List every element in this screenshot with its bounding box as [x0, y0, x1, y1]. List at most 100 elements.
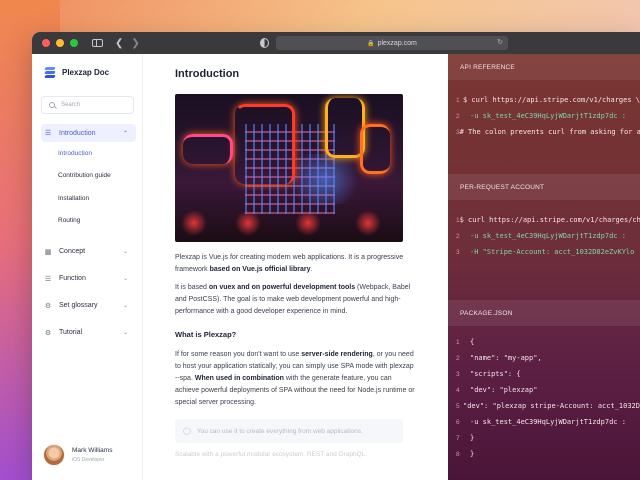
code-text: $ curl https://api.stripe.com/v1/charges…: [459, 216, 640, 224]
based-on-paragraph: It is based on vuex and on powerful deve…: [175, 282, 415, 318]
sidebar-item-label: Introduction: [59, 129, 96, 137]
code-text: {: [470, 338, 475, 346]
settings-icon: ⚙: [44, 302, 52, 310]
sidebar-item-tutorial[interactable]: ⚙ Tutorial ⌄: [41, 324, 136, 342]
sidebar-item-set-glossary[interactable]: ⚙ Set glossary ⌄: [41, 297, 136, 315]
code-panel: API REFERENCE 1 $ curl https://api.stripe…: [448, 54, 640, 480]
sidebar-item-label: Set glossary: [59, 302, 98, 309]
code-line: 7 }: [456, 430, 640, 446]
doc-content: Introduction Plexzap is Vue.js for creat…: [143, 54, 448, 480]
sidebar-item-concept[interactable]: ▩ Concept ⌄: [41, 243, 136, 261]
avatar: [43, 444, 65, 466]
plexzap-logo-icon: [44, 67, 56, 78]
tip-callout: ◯ You can use it to create everything fr…: [175, 419, 403, 443]
emphasis: on vuex and on powerful development tool…: [208, 284, 356, 291]
code-text: "name": "my-app",: [470, 354, 542, 362]
code-line: 2 -u sk_test_4eC39HqLyjWDarjtT1zdp7dc :: [456, 228, 640, 244]
what-is-paragraph: If for some reason you don't want to use…: [175, 349, 415, 409]
line-number: 1: [456, 338, 460, 346]
line-number: 3: [456, 248, 460, 256]
maximize-window-button[interactable]: [70, 39, 78, 47]
tip-text: You can use it to create everything from…: [196, 427, 363, 435]
sidebar-toggle-icon[interactable]: [92, 39, 103, 47]
lock-icon: 🔒: [367, 40, 375, 47]
per-request-account-header: PER-REQUEST ACCOUNT: [448, 174, 640, 200]
code-line: 1 $ curl https://api.stripe.com/v1/charge…: [456, 212, 640, 228]
sidebar-item-introduction[interactable]: ☰ Introduction ⌃: [41, 124, 136, 142]
code-line: 5 "dev": "plexzap stripe-Account: acct_1…: [456, 398, 640, 414]
line-number: 6: [456, 418, 460, 426]
sidebar-subitem-routing[interactable]: Routing: [58, 210, 142, 233]
chevron-up-icon: ⌃: [122, 130, 128, 137]
url-text: plexzap.com: [377, 39, 417, 47]
privacy-shield-icon[interactable]: [260, 38, 269, 48]
line-number: 2: [456, 354, 460, 362]
line-number: 1: [456, 96, 460, 104]
faded-paragraph: Scalable with a powerful modular ecosyst…: [175, 451, 368, 458]
code-text: }: [470, 434, 475, 442]
page-title: Introduction: [175, 68, 240, 80]
emphasis: When used in combination: [194, 375, 284, 382]
settings-icon: ⚙: [44, 329, 52, 337]
chevron-down-icon: ⌄: [122, 330, 128, 336]
sidebar-submenu: Introduction Contribution guide Installa…: [58, 142, 142, 232]
browser-window: ❮ ❯ 🔒 plexzap.com ↻ Plexzap Doc Search ☰…: [32, 32, 640, 480]
sidebar-subitem-introduction[interactable]: Introduction: [58, 142, 142, 165]
back-arrow-icon[interactable]: ❮: [115, 38, 123, 49]
sidebar-item-label: Concept: [59, 248, 86, 255]
sidebar-nav: ☰ Introduction ⌃ Introduction Contributi…: [32, 124, 142, 346]
minimize-window-button[interactable]: [56, 39, 64, 47]
api-reference-code: 1 $ curl https://api.stripe.com/v1/charge…: [448, 80, 640, 174]
forward-arrow-icon[interactable]: ❯: [131, 38, 139, 49]
sidebar-item-label: Tutorial: [59, 329, 83, 336]
code-text: "scripts": {: [470, 370, 521, 378]
per-request-code: 1 $ curl https://api.stripe.com/v1/charge…: [448, 200, 640, 300]
browser-titlebar: ❮ ❯ 🔒 plexzap.com ↻: [32, 32, 640, 54]
brand[interactable]: Plexzap Doc: [32, 54, 142, 90]
line-number: 2: [456, 112, 460, 120]
user-role: iOS Developer: [72, 457, 105, 463]
lightbulb-icon: ◯: [183, 428, 191, 435]
code-line: 1 $ curl https://api.stripe.com/v1/charge…: [456, 92, 640, 108]
user-name: Mark Williams: [72, 447, 113, 454]
code-line: 1{: [456, 334, 640, 350]
sidebar-item-function[interactable]: ☰ Function ⌄: [41, 270, 136, 288]
sidebar-subitem-installation[interactable]: Installation: [58, 187, 142, 210]
api-reference-header: API REFERENCE: [448, 54, 640, 80]
emphasis: server-side rendering: [301, 351, 373, 358]
code-text: $ curl https://api.stripe.com/v1/charges…: [462, 96, 640, 104]
brand-name: Plexzap Doc: [62, 67, 110, 77]
sidebar-subitem-contribution-guide[interactable]: Contribution guide: [58, 165, 142, 188]
code-line: 3 # The colon prevents curl from asking f…: [456, 124, 640, 140]
code-line: 2 -u sk_test_4eC39HqLyjWDarjtT1zdp7dc :: [456, 108, 640, 124]
code-text: # The colon prevents curl from asking fo…: [459, 128, 640, 136]
docs-sidebar: Plexzap Doc Search ☰ Introduction ⌃ Intr…: [32, 54, 143, 480]
address-bar[interactable]: 🔒 plexzap.com ↻: [276, 36, 508, 50]
code-text: -u sk_test_4eC39HqLyjWDarjtT1zdp7dc :: [470, 112, 626, 120]
search-icon: [49, 102, 55, 108]
line-number: 8: [456, 450, 460, 458]
sidebar-item-label: Function: [59, 275, 86, 282]
layers-icon: ☰: [44, 275, 52, 283]
code-line: 3 "scripts": {: [456, 366, 640, 382]
chevron-down-icon: ⌄: [122, 249, 128, 255]
code-text: -u sk_test_4eC39HqLyjWDarjtT1zdp7dc :: [470, 232, 626, 240]
text: If for some reason you don't want to use: [175, 351, 302, 358]
search-placeholder: Search: [61, 102, 81, 108]
package-json-code: 1{ 2 "name": "my-app", 3 "scripts": { 4 …: [448, 326, 640, 462]
section-heading: What is Plexzap?: [175, 330, 237, 339]
close-window-button[interactable]: [42, 39, 50, 47]
line-number: 7: [456, 434, 460, 442]
code-line: 3 -H "Stripe-Account: acct_1032D82eZvKYl…: [456, 244, 640, 260]
line-number: 5: [456, 402, 460, 410]
code-line: 4 "dev": "plexzap": [456, 382, 640, 398]
chevron-down-icon: ⌄: [122, 276, 128, 282]
user-profile[interactable]: Mark Williams iOS Developer: [43, 444, 112, 466]
search-input[interactable]: Search: [41, 96, 134, 114]
hero-image: [175, 94, 403, 242]
emphasis: based on Vue.js official library: [209, 266, 311, 273]
package-json-header: PACKAGE.JSON: [448, 300, 640, 326]
reload-icon[interactable]: ↻: [497, 38, 503, 46]
code-text: -H "Stripe-Account: acct_1032D82eZvKYlo: [470, 248, 635, 256]
line-number: 2: [456, 232, 460, 240]
